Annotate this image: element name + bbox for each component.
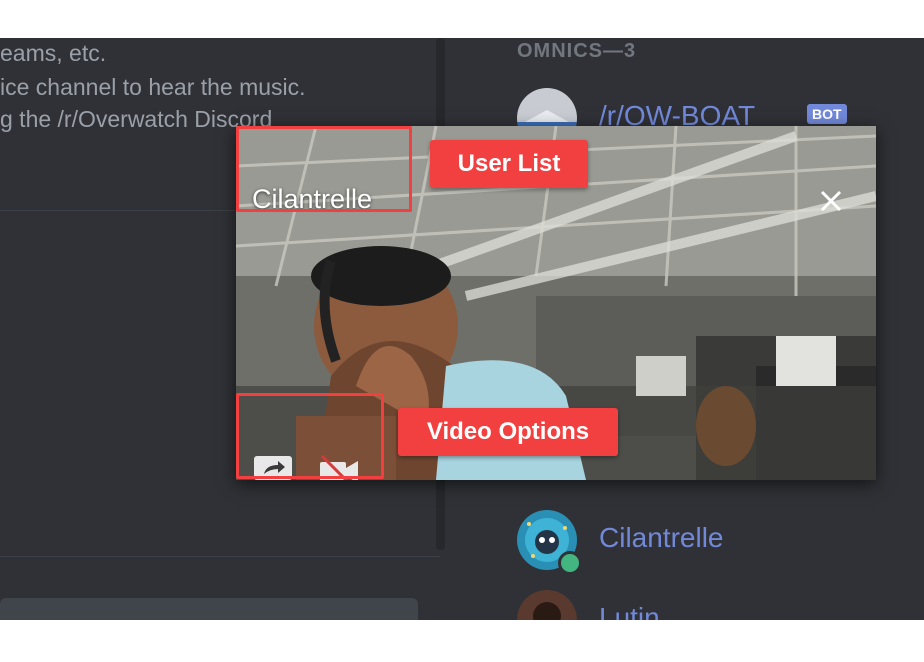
video-options-callout: Video Options (398, 408, 618, 456)
user-list-callout: User List (430, 140, 588, 188)
chat-message-line: g the /r/Overwatch Discord (0, 106, 273, 132)
bot-badge: BOT (807, 104, 847, 124)
online-status-indicator (558, 551, 582, 575)
message-divider (0, 556, 440, 557)
discord-window: eams, etc. ice channel to hear the music… (0, 38, 924, 620)
user-name-highlight (236, 126, 412, 212)
member-name: Cilantrelle (599, 522, 724, 553)
chat-message-line: eams, etc. (0, 40, 107, 66)
member-name: Lutin (599, 602, 660, 620)
close-icon (820, 190, 842, 212)
member-item-lutin[interactable]: Lutin (517, 590, 917, 620)
close-button[interactable] (816, 186, 846, 216)
chat-message-line: ice channel to hear the music. (0, 74, 306, 100)
member-item-cilantrelle[interactable]: Cilantrelle (517, 510, 917, 575)
message-input[interactable] (0, 598, 418, 620)
video-controls-highlight (236, 393, 384, 479)
avatar (517, 590, 577, 620)
member-section-title: OMNICS—3 (517, 40, 637, 62)
